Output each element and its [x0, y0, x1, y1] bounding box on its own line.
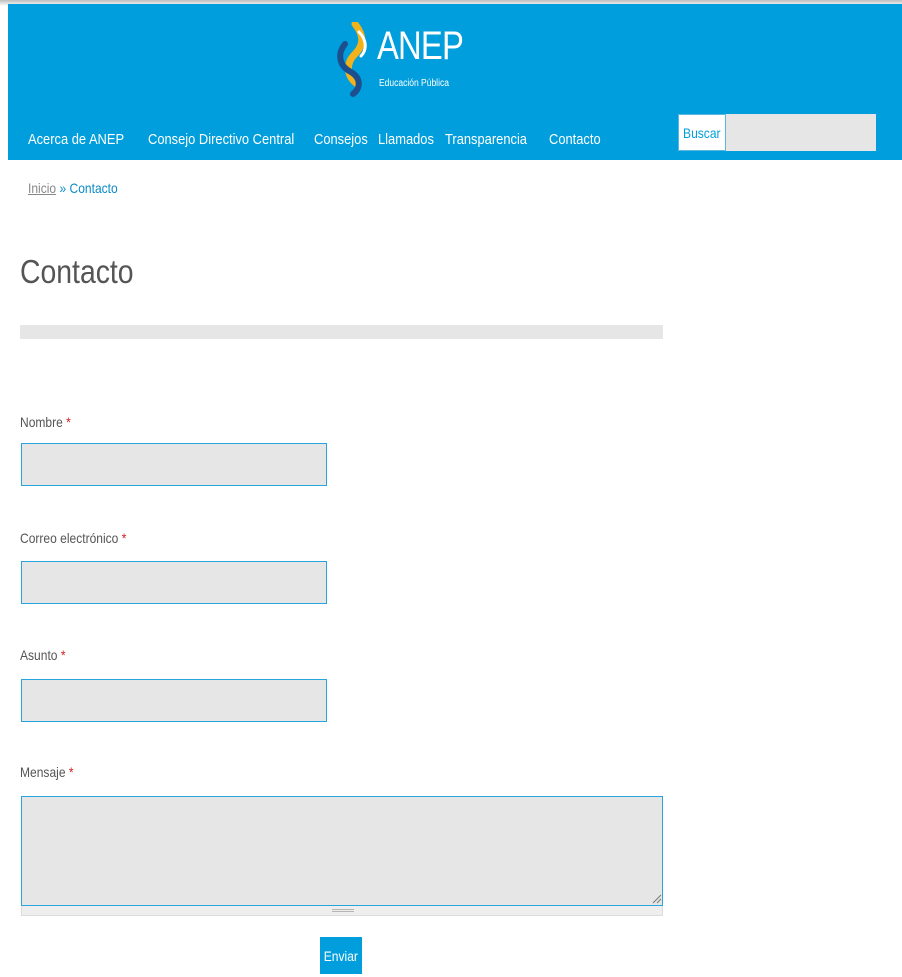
name-field[interactable] — [21, 443, 327, 486]
subject-field[interactable] — [21, 679, 327, 722]
name-label: Nombre * — [20, 414, 71, 430]
email-field[interactable] — [21, 561, 327, 604]
required-mark: * — [68, 764, 74, 780]
resize-handle-icon[interactable] — [652, 894, 662, 904]
search-button-label: Buscar — [683, 124, 721, 141]
required-mark: * — [66, 414, 71, 430]
search-form: Buscar — [678, 114, 876, 151]
email-label: Correo electrónico * — [20, 530, 126, 546]
breadcrumb: Inicio » Contacto — [28, 180, 118, 196]
nav-item-consejo-directivo[interactable]: Consejo Directivo Central — [148, 131, 294, 148]
title-divider — [20, 325, 663, 339]
name-label-text: Nombre — [20, 414, 63, 430]
subject-label: Asunto * — [20, 647, 66, 663]
breadcrumb-home-link[interactable]: Inicio — [28, 180, 56, 196]
message-field[interactable] — [21, 796, 663, 906]
message-label: Mensaje * — [20, 764, 74, 780]
nav-item-acerca[interactable]: Acerca de ANEP — [28, 131, 124, 148]
breadcrumb-current: Contacto — [69, 180, 118, 196]
nav-item-transparencia[interactable]: Transparencia — [445, 131, 527, 148]
grippie-lines-icon — [332, 909, 354, 912]
nav-item-llamados[interactable]: Llamados — [378, 131, 434, 148]
subject-label-text: Asunto — [20, 647, 58, 663]
nav-item-contacto[interactable]: Contacto — [549, 131, 601, 148]
anep-logo-icon — [337, 22, 367, 97]
logo-subtitle: Educación Pública — [379, 78, 449, 89]
submit-button-label: Enviar — [323, 947, 359, 964]
anep-logo[interactable]: ANEP Educación Pública — [333, 22, 473, 100]
message-label-text: Mensaje — [20, 764, 66, 780]
logo-text: ANEP — [377, 24, 464, 68]
nav-item-consejos[interactable]: Consejos — [314, 131, 368, 148]
main-nav: Acerca de ANEP Consejo Directivo Central… — [28, 122, 630, 156]
page-title: Contacto — [20, 253, 134, 290]
breadcrumb-separator: » — [56, 180, 70, 196]
required-mark: * — [60, 647, 66, 663]
required-mark: * — [121, 530, 127, 546]
search-input[interactable] — [726, 114, 876, 151]
textarea-grippie[interactable] — [21, 906, 663, 916]
submit-button[interactable]: Enviar — [320, 937, 362, 974]
email-label-text: Correo electrónico — [20, 530, 119, 546]
search-button[interactable]: Buscar — [678, 114, 726, 151]
